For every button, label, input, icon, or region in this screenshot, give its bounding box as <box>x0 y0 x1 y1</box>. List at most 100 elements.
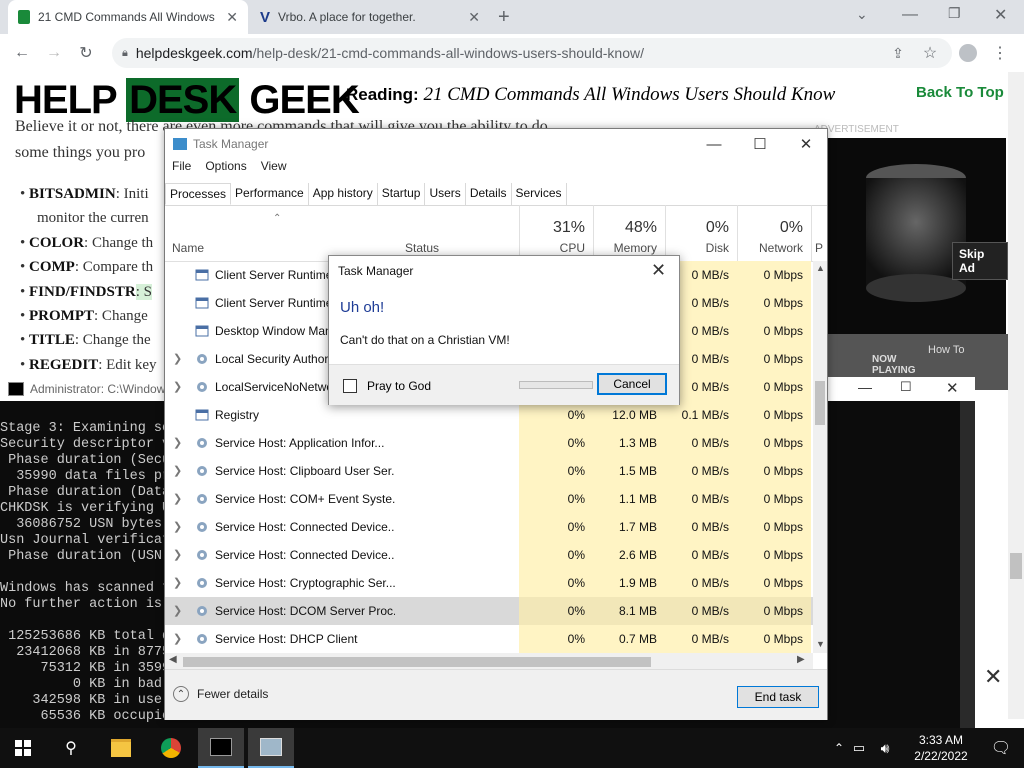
error-dialog[interactable]: Task Manager ✕ Uh oh! Can't do that on a… <box>328 255 680 405</box>
column-power[interactable]: P <box>811 205 827 261</box>
pray-to-god-checkbox[interactable]: Pray to God <box>343 379 431 393</box>
scroll-up-icon[interactable]: ▲ <box>816 263 825 273</box>
restore-icon[interactable]: ❐ <box>948 5 961 22</box>
dialog-message: Can't do that on a Christian VM! <box>340 333 510 347</box>
share-icon[interactable]: ⇪ <box>882 34 914 72</box>
reload-icon[interactable]: ↻ <box>70 34 102 72</box>
tab-helpdeskgeek[interactable]: 21 CMD Commands All Windows ✕ <box>8 0 248 34</box>
scroll-left-icon[interactable]: ◀ <box>169 654 177 665</box>
task-manager-window[interactable]: Task Manager — ☐ ✕ File Options View Pro… <box>164 128 828 720</box>
site-logo[interactable]: HELP DESK GEEK <box>14 78 360 123</box>
tab-details[interactable]: Details <box>466 183 512 205</box>
close-tab-icon[interactable]: ✕ <box>226 9 238 26</box>
minimize-icon[interactable]: — <box>902 6 918 24</box>
column-network[interactable]: 0% Network <box>737 205 811 261</box>
page-scrollbar[interactable] <box>1008 72 1024 719</box>
column-cpu[interactable]: 31% CPU <box>519 205 593 261</box>
new-tab-icon[interactable]: + <box>498 6 510 29</box>
column-name[interactable]: Name <box>172 241 204 255</box>
expand-chevron-icon[interactable]: ❯ <box>173 604 182 617</box>
volume-icon[interactable]: 🔊︎ <box>872 728 898 768</box>
close-ad-icon[interactable]: ✕ <box>984 664 1002 690</box>
task-manager-titlebar[interactable]: Task Manager — ☐ ✕ <box>165 129 827 159</box>
notification-icon[interactable]: 🗨︎ <box>978 728 1024 768</box>
task-manager-taskbar-icon[interactable] <box>248 728 294 768</box>
disk-cell: 0 MB/s <box>665 513 737 541</box>
menu-file[interactable]: File <box>172 159 191 181</box>
vertical-scrollbar[interactable]: ▲ ▼ <box>813 261 827 653</box>
close-window-icon[interactable]: ✕ <box>994 5 1007 25</box>
close-icon[interactable]: ✕ <box>651 260 666 281</box>
horizontal-scrollbar-thumb[interactable] <box>183 657 651 667</box>
clock[interactable]: 3:33 AM 2/22/2022 <box>906 732 976 764</box>
table-row[interactable]: ❯ Service Host: DHCP Client 0% 0.7 MB 0 MB/s… <box>165 625 815 653</box>
tab-vrbo[interactable]: V Vrbo. A place for together. ✕ <box>250 0 490 34</box>
table-row[interactable]: ❯ Service Host: Cryptographic Ser... 0% 1.9… <box>165 569 815 597</box>
table-row[interactable]: ❯ Service Host: COM+ Event Syste... 0% 1.1 … <box>165 485 815 513</box>
expand-chevron-icon[interactable]: ❯ <box>173 576 182 589</box>
expand-chevron-icon[interactable]: ❯ <box>173 464 182 477</box>
table-row[interactable]: Registry 0% 12.0 MB 0.1 MB/s 0 Mbps <box>165 401 815 429</box>
checkbox-box[interactable] <box>343 379 357 393</box>
search-icon[interactable]: ⚲ <box>48 728 94 768</box>
tab-processes[interactable]: Processes <box>165 183 232 205</box>
menu-options[interactable]: Options <box>205 159 246 181</box>
menu-kebab-icon[interactable]: ⋮ <box>984 34 1016 72</box>
chrome-icon[interactable] <box>148 728 194 768</box>
maximize-icon[interactable]: ☐ <box>737 129 783 159</box>
table-row[interactable]: ❯ Service Host: Connected Device... 0% 2.6 … <box>165 541 815 569</box>
chevron-up-icon[interactable]: ⌃ <box>830 728 848 768</box>
bookmark-star-icon[interactable]: ☆ <box>914 34 946 72</box>
forward-icon[interactable]: → <box>38 34 70 72</box>
start-button[interactable] <box>0 728 46 768</box>
maximize-icon[interactable]: ☐ <box>900 379 912 395</box>
column-status[interactable]: Status <box>405 241 439 255</box>
expand-chevron-icon[interactable]: ❯ <box>173 380 182 393</box>
tab-services[interactable]: Services <box>512 183 567 205</box>
expand-chevron-icon[interactable]: ❯ <box>173 352 182 365</box>
expand-chevron-icon[interactable]: ❯ <box>173 632 182 645</box>
close-icon[interactable]: ✕ <box>783 129 829 159</box>
expand-chevron-icon[interactable]: ❯ <box>173 436 182 449</box>
expand-chevron-icon[interactable]: ❯ <box>173 520 182 533</box>
tab-startup[interactable]: Startup <box>378 183 426 205</box>
scrollbar-thumb[interactable] <box>815 381 825 425</box>
tab-search-icon[interactable]: ⌄ <box>856 6 868 23</box>
column-disk[interactable]: 0% Disk <box>665 205 737 261</box>
fewer-details-button[interactable]: ⌃ Fewer details <box>173 686 268 702</box>
close-tab-icon[interactable]: ✕ <box>468 9 480 26</box>
cancel-button[interactable]: Cancel <box>597 373 667 395</box>
sort-arrow-icon: ⌃ <box>273 213 282 224</box>
skip-ad-button[interactable]: Skip Ad <box>952 242 1008 280</box>
cmd-line: Windows has scanned t <box>0 581 171 596</box>
cmd-taskbar-icon[interactable] <box>198 728 244 768</box>
table-row[interactable]: ❯ Service Host: Connected Device... 0% 1.7 … <box>165 513 815 541</box>
tab-users[interactable]: Users <box>425 183 466 205</box>
page-scrollbar-thumb[interactable] <box>1010 553 1022 579</box>
scroll-right-icon[interactable]: ▶ <box>797 654 805 665</box>
process-icon <box>195 297 209 309</box>
table-row[interactable]: ❯ Service Host: DCOM Server Proc... 0% 8.1 … <box>165 597 815 625</box>
ad-video[interactable] <box>828 138 1006 334</box>
table-row[interactable]: ❯ Service Host: Clipboard User Ser... 0% 1.… <box>165 457 815 485</box>
close-icon[interactable]: ✕ <box>946 379 959 397</box>
column-memory[interactable]: 48% Memory <box>593 205 665 261</box>
minimize-icon[interactable]: — <box>691 129 737 159</box>
logo-desk: DESK <box>126 78 240 122</box>
file-explorer-icon[interactable] <box>98 728 144 768</box>
expand-chevron-icon[interactable]: ❯ <box>173 548 182 561</box>
tab-performance[interactable]: Performance <box>231 183 309 205</box>
menu-view[interactable]: View <box>261 159 287 181</box>
network-icon[interactable]: ▭ <box>848 728 870 768</box>
tab-app-history[interactable]: App history <box>309 183 378 205</box>
expand-chevron-icon[interactable]: ❯ <box>173 492 182 505</box>
back-to-top-link[interactable]: Back To Top <box>916 84 1004 101</box>
profile-avatar-icon[interactable] <box>952 34 984 72</box>
cmd-scrollbar[interactable] <box>960 401 975 747</box>
back-icon[interactable]: ← <box>6 34 38 72</box>
end-task-button[interactable]: End task <box>737 686 819 708</box>
minimize-icon[interactable]: — <box>858 379 872 395</box>
address-bar[interactable]: 🔒︎ helpdeskgeek.com/help-desk/21-cmd-com… <box>112 38 952 68</box>
scroll-down-icon[interactable]: ▼ <box>816 639 825 649</box>
table-row[interactable]: ❯ Service Host: Application Infor... 0% 1.3… <box>165 429 815 457</box>
